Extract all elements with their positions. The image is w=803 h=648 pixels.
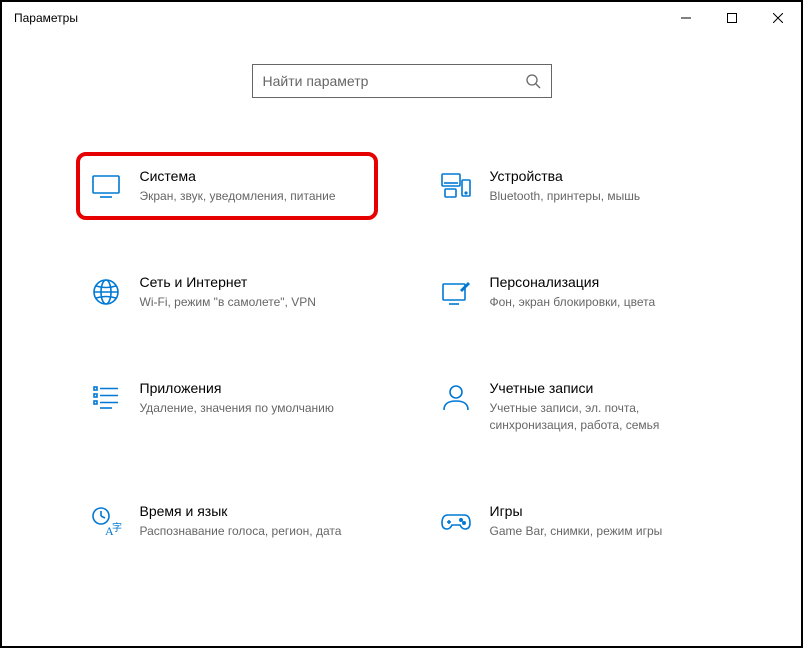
tile-desc: Bluetooth, принтеры, мышь [490,188,714,204]
settings-grid: Система Экран, звук, уведомления, питани… [82,158,722,549]
search-input[interactable] [263,73,525,89]
tile-title: Устройства [490,168,714,184]
tile-desc: Фон, экран блокировки, цвета [490,294,714,310]
display-icon [90,170,122,202]
person-icon [440,382,472,414]
tile-title: Сеть и Интернет [140,274,364,290]
svg-text:字: 字 [112,521,122,534]
personalization-icon [440,276,472,308]
apps-icon [90,382,122,414]
globe-icon [90,276,122,308]
tile-desc: Wi-Fi, режим "в самолете", VPN [140,294,364,310]
tile-title: Игры [490,503,714,519]
tile-title: Приложения [140,380,364,396]
tile-title: Персонализация [490,274,714,290]
tile-desc: Удаление, значения по умолчанию [140,400,364,416]
maximize-button[interactable] [709,2,755,34]
search-box[interactable] [252,64,552,98]
tile-system[interactable]: Система Экран, звук, уведомления, питани… [76,152,378,220]
minimize-button[interactable] [663,2,709,34]
tile-title: Учетные записи [490,380,714,396]
close-button[interactable] [755,2,801,34]
tile-devices[interactable]: Устройства Bluetooth, принтеры, мышь [432,158,722,214]
tile-accounts[interactable]: Учетные записи Учетные записи, эл. почта… [432,370,722,442]
tile-gaming[interactable]: Игры Game Bar, снимки, режим игры [432,493,722,549]
tile-apps[interactable]: Приложения Удаление, значения по умолчан… [82,370,372,442]
search-icon [525,73,541,89]
tile-personalization[interactable]: Персонализация Фон, экран блокировки, цв… [432,264,722,320]
time-language-icon: A 字 [90,505,122,537]
content-area: Система Экран, звук, уведомления, питани… [2,34,801,549]
tile-network[interactable]: Сеть и Интернет Wi-Fi, режим "в самолете… [82,264,372,320]
devices-icon [440,170,472,202]
tile-title: Система [140,168,364,184]
tile-desc: Распознавание голоса, регион, дата [140,523,364,539]
tile-title: Время и язык [140,503,364,519]
titlebar: Параметры [2,2,801,34]
window-title: Параметры [14,11,78,25]
window-controls [663,2,801,34]
tile-desc: Game Bar, снимки, режим игры [490,523,714,539]
tile-desc: Учетные записи, эл. почта, синхронизация… [490,400,714,432]
tile-time-language[interactable]: A 字 Время и язык Распознавание голоса, р… [82,493,372,549]
gamepad-icon [440,505,472,537]
tile-desc: Экран, звук, уведомления, питание [140,188,364,204]
